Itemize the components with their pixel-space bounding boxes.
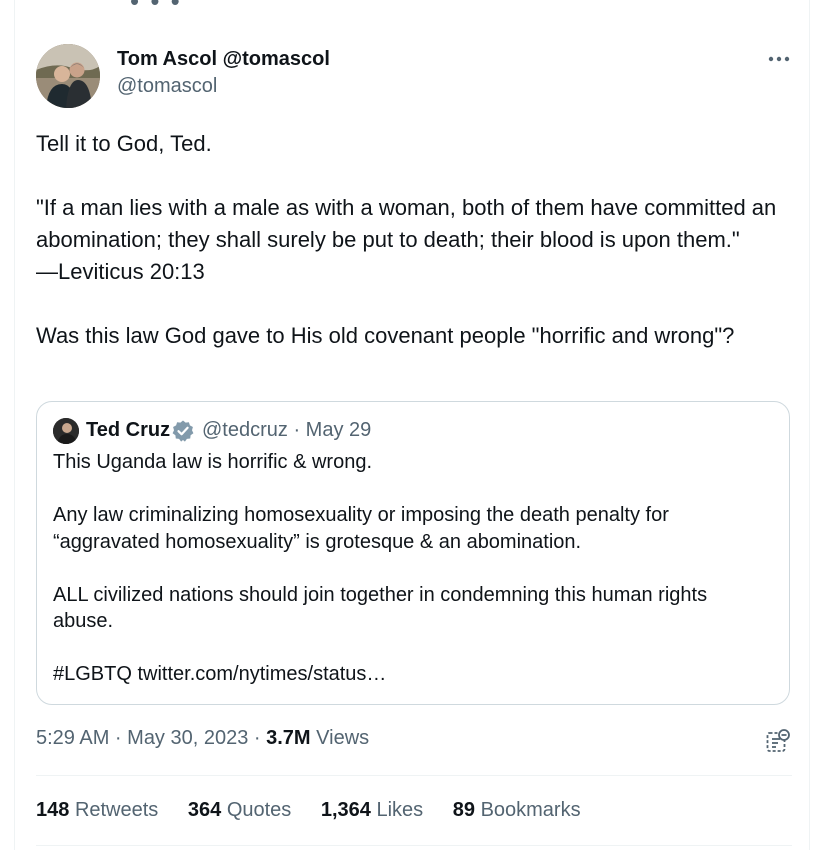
tweet-paragraph: "If a man lies with a male as with a wom… [36, 195, 777, 284]
quoted-author-avatar[interactable] [53, 418, 79, 444]
quoted-paragraph: Any law criminalizing homosexuality or i… [53, 504, 669, 553]
quoted-paragraph-spacer [53, 555, 773, 582]
quoted-paragraph: This Uganda law is horrific & wrong. [53, 451, 373, 473]
quotes-label: Quotes [226, 799, 292, 821]
more-options-icon[interactable] [766, 48, 792, 70]
verified-badge-icon [171, 419, 195, 443]
quotes-count: 364 [187, 799, 222, 821]
quoted-paragraph-spacer [53, 476, 773, 503]
quoted-paragraph: #LGBTQ twitter.com/nytimes/status… [53, 663, 387, 685]
author-name[interactable]: Tom Ascol @tomascol [117, 48, 330, 71]
tweet-paragraph: Tell it to God, Ted. [36, 131, 212, 156]
quoted-author-name[interactable]: Ted Cruz [86, 419, 170, 442]
page: • • • Tom Ascol @tomascol @tomascol Tell… [0, 0, 820, 850]
analytics-icon[interactable] [764, 727, 792, 755]
likes-label: Likes [376, 799, 424, 821]
truncated-previous-content: • • • [130, 0, 182, 16]
quoted-handle-date[interactable]: @tedcruz · May 29 [202, 419, 371, 442]
tweet-paragraph: Was this law God gave to His old covenan… [36, 323, 735, 348]
divider [36, 845, 792, 846]
quoted-tweet[interactable]: Ted Cruz @tedcruz · May 29 This Uganda l… [36, 401, 790, 705]
quoted-tweet-text: This Uganda law is horrific & wrong. Any… [53, 449, 773, 688]
tweet-stats: 148 Retweets 364 Quotes 1,364 Likes 89 B… [36, 799, 605, 822]
divider [36, 775, 792, 776]
author-handle[interactable]: @tomascol [117, 75, 217, 98]
tweet-text: Tell it to God, Ted. "If a man lies with… [36, 128, 796, 352]
tweet-meta: 5:29 AM · May 30, 2023 · 3.7M Views [36, 727, 369, 750]
tweet-paragraph-spacer [36, 160, 796, 192]
author-avatar[interactable] [36, 44, 100, 108]
retweets-count: 148 [36, 799, 70, 821]
quotes-stat[interactable]: 364 Quotes [188, 799, 291, 822]
bookmarks-stat[interactable]: 89 Bookmarks [453, 799, 581, 822]
tweet-timestamp[interactable]: 5:29 AM · May 30, 2023 · [36, 727, 266, 749]
retweets-label: Retweets [74, 799, 159, 821]
bookmarks-count: 89 [452, 799, 475, 821]
quoted-paragraph: ALL civilized nations should join togeth… [53, 583, 708, 633]
retweets-stat[interactable]: 148 Retweets [36, 799, 158, 822]
tweet-paragraph-spacer [36, 288, 796, 320]
likes-count: 1,364 [320, 799, 371, 821]
views-label: Views [310, 727, 370, 749]
bookmarks-label: Bookmarks [480, 799, 581, 821]
views-count: 3.7M [266, 727, 311, 749]
quoted-paragraph-spacer [53, 635, 773, 662]
likes-stat[interactable]: 1,364 Likes [321, 799, 423, 822]
